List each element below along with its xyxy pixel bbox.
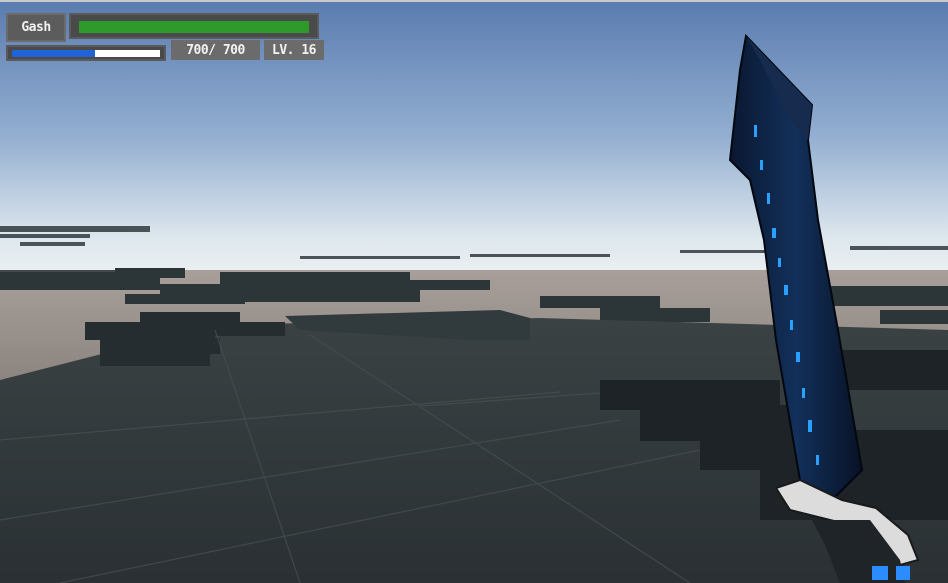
sword-gem (896, 566, 910, 580)
mana-bar-frame (6, 45, 166, 61)
window-top-border (0, 0, 948, 2)
player-name-label: Gash (6, 13, 66, 42)
hp-readout: 700/ 700 (171, 40, 260, 60)
game-viewport[interactable]: Gash 700/ 700 LV. 16 (0, 0, 948, 583)
level-readout: LV. 16 (264, 40, 324, 60)
mana-bar-track (12, 50, 160, 57)
health-bar-fill (79, 21, 309, 33)
health-bar-frame (69, 13, 319, 39)
sword-gem (872, 566, 888, 580)
mana-bar-fill (12, 50, 95, 57)
game-scene (0, 0, 948, 583)
health-bar-track (79, 21, 309, 33)
